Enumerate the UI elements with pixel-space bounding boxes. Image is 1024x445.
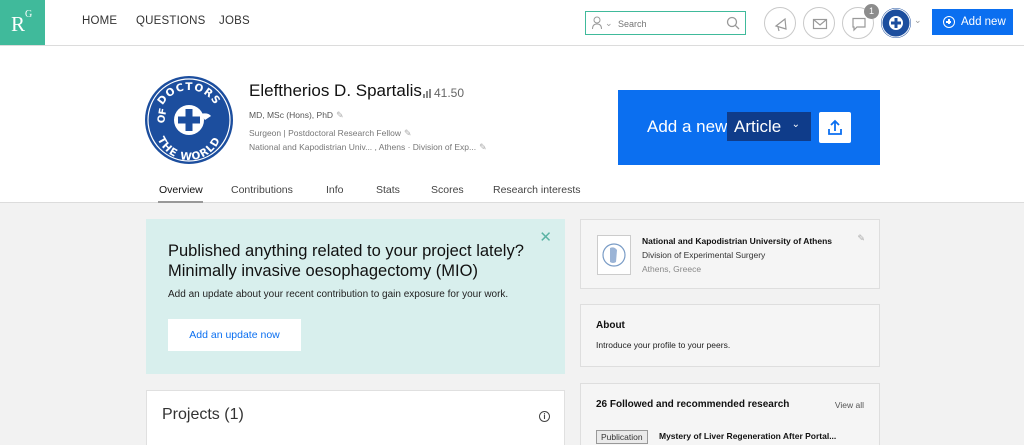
- tab-info[interactable]: Info: [326, 184, 344, 196]
- add-a-new-label: Add a new: [647, 117, 728, 136]
- followed-research-title: 26 Followed and recommended research: [596, 399, 790, 410]
- rg-score-value: 41.50: [434, 86, 465, 100]
- view-all-link[interactable]: View all: [835, 400, 864, 410]
- institution-department[interactable]: Division of Experimental Surgery: [642, 250, 765, 260]
- prompt-body: Add an update about your recent contribu…: [168, 289, 509, 300]
- info-icon[interactable]: i: [539, 411, 550, 422]
- plus-circle-icon: [943, 16, 955, 28]
- upload-icon: [828, 119, 842, 135]
- profile-position: Surgeon | Postdoctoral Research Fellow ✎: [249, 128, 412, 139]
- research-type-value: Article: [734, 117, 782, 136]
- doctors-of-the-world-logo: DOCTORS THE WORLD OF: [147, 78, 231, 163]
- profile-institution: National and Kapodistrian Univ... , Athe…: [249, 142, 487, 153]
- prompt-headline-line-1: Published anything related to your proje…: [168, 242, 524, 260]
- add-new-label: Add new: [961, 16, 1006, 28]
- about-title: About: [596, 320, 625, 331]
- nav-questions[interactable]: QUESTIONS: [136, 15, 206, 27]
- profile-avatar[interactable]: DOCTORS THE WORLD OF: [145, 76, 233, 164]
- institution-location: Athens, Greece: [642, 264, 702, 274]
- notification-count-badge: 1: [864, 4, 879, 19]
- edit-pencil-icon[interactable]: ✎: [404, 128, 412, 138]
- project-update-prompt: ✕ Published anything related to your pro…: [146, 219, 565, 374]
- nav-jobs[interactable]: JOBS: [219, 15, 250, 27]
- profile-degrees: MD, MSc (Hons), PhD ✎: [249, 110, 344, 121]
- add-update-button[interactable]: Add an update now: [168, 319, 301, 351]
- profile-name: Eleftherios D. Spartalis: [249, 81, 422, 100]
- search-icon[interactable]: [726, 16, 740, 30]
- publication-type-badge: Publication: [596, 430, 648, 444]
- projects-title: Projects (1): [162, 406, 244, 423]
- person-icon: [592, 16, 602, 30]
- tab-stats[interactable]: Stats: [376, 184, 400, 196]
- logo-letter-r: R: [11, 12, 26, 36]
- profile-institution-text[interactable]: National and Kapodistrian Univ... , Athe…: [249, 142, 476, 152]
- about-card: About Introduce your profile to your pee…: [580, 304, 880, 367]
- prompt-headline: Published anything related to your proje…: [168, 241, 558, 281]
- add-new-button[interactable]: Add new: [932, 9, 1013, 35]
- edit-pencil-icon[interactable]: ✎: [479, 142, 487, 152]
- megaphone-icon: [774, 17, 787, 32]
- bar-chart-icon: [423, 89, 431, 98]
- university-logo[interactable]: [597, 235, 631, 275]
- search-box[interactable]: ⌄: [585, 11, 746, 35]
- followed-research-card: 26 Followed and recommended research Vie…: [580, 383, 880, 445]
- nav-home[interactable]: HOME: [82, 15, 117, 27]
- messages-button[interactable]: [803, 7, 835, 39]
- about-description[interactable]: Introduce your profile to your peers.: [596, 340, 730, 350]
- logo-letter-g: G: [25, 9, 33, 20]
- top-bar: R G HOME QUESTIONS JOBS ⌄ 1 ⌄ Add new: [0, 0, 1024, 46]
- tab-scores[interactable]: Scores: [431, 184, 464, 196]
- envelope-icon: [812, 18, 828, 30]
- institution-name[interactable]: National and Kapodistrian University of …: [642, 236, 832, 246]
- search-input[interactable]: [618, 16, 718, 31]
- active-tab-indicator: [158, 201, 203, 203]
- tab-research-interests[interactable]: Research interests: [493, 184, 581, 196]
- tab-overview[interactable]: Overview: [159, 184, 203, 196]
- publication-title[interactable]: Mystery of Liver Regeneration After Port…: [659, 431, 836, 441]
- university-crest-icon: [602, 243, 626, 267]
- doctors-of-the-world-logo-icon: [881, 8, 911, 38]
- research-type-dropdown[interactable]: Article ⌄: [727, 112, 811, 141]
- avatar-chevron-down-icon[interactable]: ⌄: [914, 15, 922, 26]
- user-avatar-menu[interactable]: [881, 8, 911, 38]
- edit-pencil-icon[interactable]: ✎: [857, 233, 865, 244]
- profile-header: DOCTORS THE WORLD OF Eleftherios D. Spar…: [0, 46, 1024, 203]
- search-scope-chevron-icon[interactable]: ⌄: [605, 18, 613, 29]
- chevron-down-icon: ⌄: [791, 119, 800, 130]
- edit-pencil-icon[interactable]: ✎: [336, 110, 344, 120]
- profile-degrees-text: MD, MSc (Hons), PhD: [249, 110, 334, 120]
- prompt-headline-line-2[interactable]: Minimally invasive oesophagectomy (MIO): [168, 262, 478, 280]
- chat-bubble-icon: [852, 17, 866, 32]
- announcement-button[interactable]: [764, 7, 796, 39]
- profile-position-text: Surgeon | Postdoctoral Research Fellow: [249, 128, 401, 138]
- researchgate-logo[interactable]: R G: [0, 0, 45, 45]
- add-research-banner: Add a new Article ⌄: [618, 90, 880, 165]
- projects-card: Projects (1) i: [146, 390, 565, 445]
- upload-button[interactable]: [819, 112, 851, 143]
- rg-score[interactable]: 41.50: [423, 86, 464, 100]
- tab-contributions[interactable]: Contributions: [231, 184, 293, 196]
- institution-card: National and Kapodistrian University of …: [580, 219, 880, 289]
